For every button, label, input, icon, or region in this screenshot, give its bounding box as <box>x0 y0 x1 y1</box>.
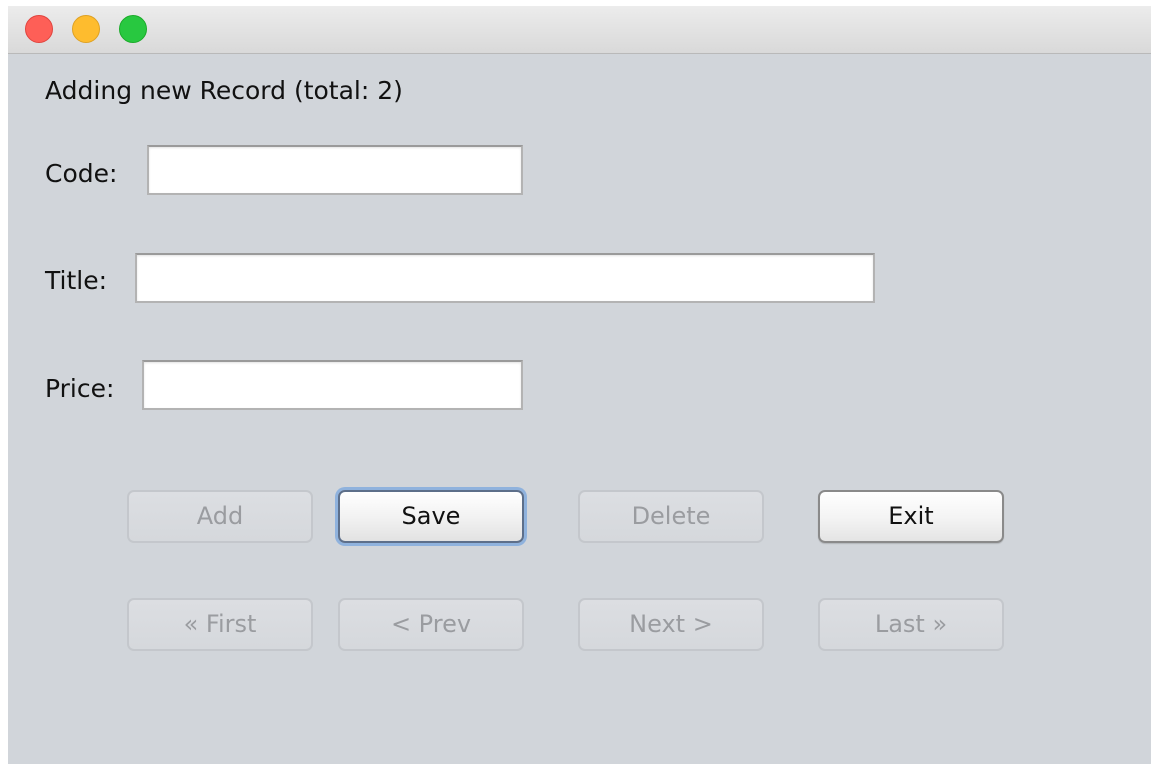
last-record-button[interactable]: Last » <box>818 598 1004 651</box>
first-record-button[interactable]: « First <box>127 598 313 651</box>
zoom-window-button[interactable] <box>119 15 147 43</box>
title-bar[interactable] <box>8 6 1151 54</box>
code-field[interactable] <box>147 145 523 195</box>
exit-button[interactable]: Exit <box>818 490 1004 543</box>
title-label: Title: <box>45 266 107 295</box>
price-label: Price: <box>45 374 115 403</box>
add-button[interactable]: Add <box>127 490 313 543</box>
code-label: Code: <box>45 159 118 188</box>
price-field[interactable] <box>142 360 523 410</box>
delete-button[interactable]: Delete <box>578 490 764 543</box>
form-panel: Adding new Record (total: 2) Code: Title… <box>8 54 1151 764</box>
save-button[interactable]: Save <box>338 490 524 543</box>
status-label: Adding new Record (total: 2) <box>45 76 403 105</box>
prev-record-button[interactable]: < Prev <box>338 598 524 651</box>
title-field[interactable] <box>135 253 875 303</box>
next-record-button[interactable]: Next > <box>578 598 764 651</box>
app-window: Adding new Record (total: 2) Code: Title… <box>8 6 1151 764</box>
close-window-button[interactable] <box>25 15 53 43</box>
minimize-window-button[interactable] <box>72 15 100 43</box>
